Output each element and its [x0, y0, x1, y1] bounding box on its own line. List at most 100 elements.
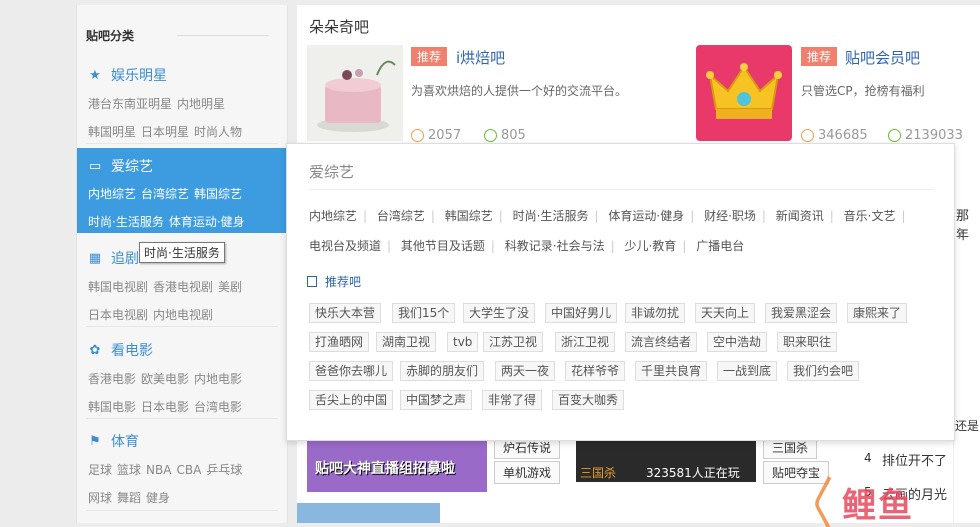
subcategory-link[interactable]: 电视台及频道: [309, 237, 381, 254]
tag-link[interactable]: 江苏卫视: [483, 332, 544, 352]
tag-link[interactable]: 湖南卫视: [376, 332, 437, 352]
sub-link[interactable]: 篮球: [117, 463, 141, 477]
sub-link[interactable]: 乒乓球: [206, 463, 242, 477]
sub-link[interactable]: NBA: [146, 463, 171, 477]
subcategory-link[interactable]: 音乐·文艺: [844, 207, 896, 224]
sub-link[interactable]: CBA: [176, 463, 201, 477]
tag-link[interactable]: 一战到底: [717, 361, 778, 381]
category-sports[interactable]: ⚑ 体育 足球 篮球 NBA CBA 乒乓球 网球 舞蹈 健身: [77, 431, 287, 513]
card-thumbnail-crown[interactable]: [696, 45, 792, 141]
divider: [86, 510, 278, 511]
post-count: 805: [484, 128, 526, 143]
category-flyout-panel: 爱综艺 内地综艺 | 台湾综艺 | 韩国综艺 | 时尚·生活服务 | 体育运动·健身 | …: [286, 143, 955, 441]
recommended-heading: 推荐吧: [307, 273, 361, 290]
hot-topic-link[interactable]: 排位开不了: [882, 450, 947, 469]
subcategory-link[interactable]: 体育运动·健身: [608, 207, 684, 224]
sub-link[interactable]: 健身: [146, 491, 170, 505]
sub-link[interactable]: 韩国电影: [88, 400, 136, 414]
tag-link[interactable]: 我们约会吧: [787, 361, 860, 381]
tag-link[interactable]: 赤脚的朋友们: [400, 361, 485, 381]
tag-link[interactable]: 非常了得: [482, 390, 543, 410]
subcategory-link[interactable]: 财经·职场: [704, 207, 756, 224]
tag-link[interactable]: 快乐大本营: [309, 303, 382, 323]
tag-link[interactable]: 中国梦之声: [400, 390, 473, 410]
sub-link[interactable]: 韩国明星: [88, 125, 136, 139]
sub-link[interactable]: 时尚人物: [194, 125, 242, 139]
subcategory-link[interactable]: 韩国综艺: [445, 207, 493, 224]
tag-link[interactable]: 两天一夜: [495, 361, 556, 381]
tag-link[interactable]: 空中浩劫: [707, 332, 768, 352]
tag-link[interactable]: 浙江卫视: [555, 332, 616, 352]
subcategory-link[interactable]: 时尚·生活服务: [513, 207, 589, 224]
tag-link[interactable]: 舌尖上的中国: [309, 390, 394, 410]
subcategory-row: 电视台及频道 | 其他节目及话题 | 科教记录·社会与法 | 少儿·教育 | 广播电台: [309, 237, 745, 254]
tag-link[interactable]: 爸爸你去哪儿: [309, 361, 394, 381]
partial-text: 还是: [955, 419, 980, 433]
tag-link[interactable]: 千里共良宵: [635, 361, 708, 381]
sub-link[interactable]: 台湾电影: [194, 400, 242, 414]
tag-link[interactable]: 大学生了没: [463, 303, 536, 323]
sub-link[interactable]: 内地明星: [177, 97, 225, 111]
sub-link[interactable]: 日本电影: [141, 400, 189, 414]
subcategory-link[interactable]: 内地综艺: [309, 207, 357, 224]
category-movies[interactable]: ✿ 看电影 香港电影 欧美电影 内地电影 韩国电影 日本电影 台湾电影: [77, 340, 287, 422]
tag-link[interactable]: 中国好男儿: [545, 303, 618, 323]
tag-link[interactable]: 花样爷爷: [565, 361, 626, 381]
sub-link[interactable]: 香港电影: [88, 372, 136, 386]
user-icon: [801, 129, 814, 142]
subcategory-link[interactable]: 新闻资讯: [776, 207, 824, 224]
sub-link[interactable]: 港台东南亚明星: [88, 97, 172, 111]
card-title-link[interactable]: i烘焙吧: [456, 47, 505, 68]
subcategory-link[interactable]: 科教记录·社会与法: [505, 237, 605, 254]
tag-link[interactable]: 非诚勿扰: [625, 303, 686, 323]
sub-link[interactable]: 欧美电影: [141, 372, 189, 386]
card-description: 只管选CP，抢榜有福利: [801, 84, 925, 98]
banner-partial[interactable]: [297, 503, 440, 523]
page-left-margin: [0, 0, 76, 523]
card-thumbnail-cake[interactable]: [307, 45, 403, 141]
subcategory-link[interactable]: 其他节目及话题: [401, 237, 485, 254]
card-title-link[interactable]: 贴吧会员吧: [845, 47, 920, 68]
sub-link[interactable]: 台湾综艺: [141, 187, 189, 201]
sub-link[interactable]: 时尚·生活服务: [88, 215, 164, 229]
tag-link[interactable]: 天天向上: [695, 303, 756, 323]
tag-link[interactable]: 我爱黑涩会: [765, 303, 838, 323]
member-count: 346685: [801, 128, 868, 143]
tag-link[interactable]: tvb: [447, 332, 479, 352]
sub-link[interactable]: 日本电视剧: [88, 308, 148, 322]
sub-link[interactable]: 足球: [88, 463, 112, 477]
tag-link[interactable]: 流言终结者: [625, 332, 698, 352]
sub-link[interactable]: 舞蹈: [117, 491, 141, 505]
thumbs-up-icon: [307, 276, 317, 287]
watermark-mark: 〳〵: [810, 490, 842, 525]
sub-link[interactable]: 美剧: [218, 280, 242, 294]
sports-icon: ⚑: [89, 433, 101, 449]
live-banner[interactable]: 贴吧大神直播组招募啦: [307, 440, 487, 492]
subcategory-link[interactable]: 广播电台: [696, 237, 744, 254]
category-entertainment-stars[interactable]: ★ 娱乐明星 港台东南亚明星 内地明星 韩国明星 日本明星 时尚人物: [77, 65, 287, 147]
subcategory-link[interactable]: 少儿·教育: [624, 237, 676, 254]
tag-link[interactable]: 打渔晒网: [309, 332, 370, 352]
sidebar-title: 贴吧分类: [86, 29, 135, 43]
sub-link[interactable]: 网球: [88, 491, 112, 505]
sub-link[interactable]: 内地电视剧: [153, 308, 213, 322]
sub-link[interactable]: 香港电视剧: [153, 280, 213, 294]
divider: [86, 326, 278, 327]
game-link[interactable]: 单机游戏: [494, 461, 561, 484]
recommend-badge: 推荐: [801, 47, 838, 66]
sub-link[interactable]: 体育运动·健身: [169, 215, 245, 229]
sub-link[interactable]: 日本明星: [141, 125, 189, 139]
tag-link[interactable]: 康熙来了: [847, 303, 908, 323]
tag-link[interactable]: 职来职往: [777, 332, 838, 352]
game-banner[interactable]: 三国杀 323581人正在玩: [576, 440, 756, 482]
sub-link[interactable]: 内地综艺: [88, 187, 136, 201]
tag-link[interactable]: 百变大咖秀: [552, 390, 625, 410]
divider: [309, 189, 934, 190]
sub-link[interactable]: 韩国综艺: [194, 187, 242, 201]
category-variety-shows[interactable]: ▭ 爱综艺 内地综艺 台湾综艺 韩国综艺 时尚·生活服务 体育运动·健身: [77, 148, 287, 233]
sub-link[interactable]: 内地电影: [194, 372, 242, 386]
tag-link[interactable]: 我们15个: [392, 303, 456, 323]
sub-link[interactable]: 韩国电视剧: [88, 280, 148, 294]
subcategory-link[interactable]: 台湾综艺: [377, 207, 425, 224]
card-description: 为喜欢烘焙的人提供一个好的交流平台。: [411, 84, 628, 98]
